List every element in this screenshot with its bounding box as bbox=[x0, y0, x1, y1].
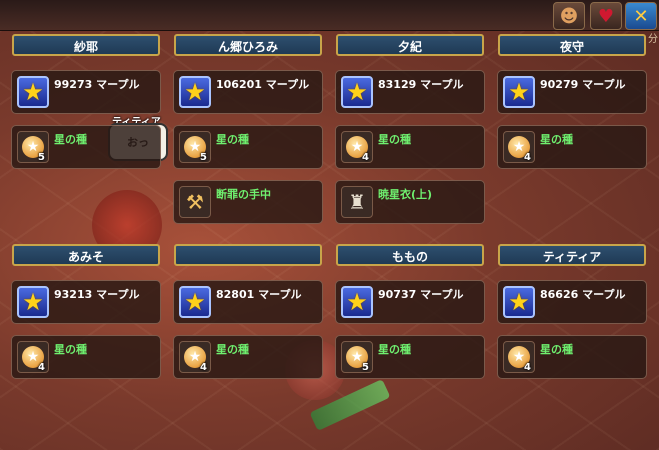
star-seed-icon: ★ 5 bbox=[17, 131, 49, 163]
star-seed-slot[interactable]: ★ 5 星の種 bbox=[335, 335, 485, 379]
heart-icon[interactable]: ♥ bbox=[590, 2, 622, 30]
star-icon: ★ bbox=[179, 286, 211, 318]
avatar-icon[interactable]: ☻ bbox=[553, 2, 585, 30]
player-name-header: あみそ bbox=[12, 244, 160, 266]
player-name-header: ももの bbox=[336, 244, 484, 266]
maple-amount: 90737 マープル bbox=[378, 288, 464, 301]
seed-label: 星の種 bbox=[540, 133, 573, 146]
player-name-header: 夕紀 bbox=[336, 34, 484, 56]
maple-reward-slot[interactable]: ★ 106201 マープル bbox=[173, 70, 323, 114]
maple-reward-slot[interactable]: ★ 99273 マープル bbox=[11, 70, 161, 114]
seed-label: 星の種 bbox=[540, 343, 573, 356]
player-name-header: ティティア bbox=[498, 244, 646, 266]
star-seed-icon: ★ 4 bbox=[179, 341, 211, 373]
star-icon: ★ bbox=[17, 286, 49, 318]
star-seed-icon: ★ 4 bbox=[503, 131, 535, 163]
player-name-header bbox=[174, 244, 322, 266]
maple-amount: 99273 マープル bbox=[54, 78, 140, 91]
equipment-slot[interactable]: ⚒ 断罪の手中 bbox=[173, 180, 323, 224]
star-icon: ★ bbox=[179, 76, 211, 108]
top-mark: 分 bbox=[648, 34, 658, 45]
maple-reward-slot[interactable]: ★ 86626 マープル bbox=[497, 280, 647, 324]
player-name-header: ん郷ひろみ bbox=[174, 34, 322, 56]
star-seed-icon: ★ 5 bbox=[179, 131, 211, 163]
seed-label: 星の種 bbox=[378, 133, 411, 146]
star-icon: ★ bbox=[503, 286, 535, 318]
maple-amount: 83129 マープル bbox=[378, 78, 464, 91]
equipment-label: 断罪の手中 bbox=[216, 188, 271, 201]
star-seed-slot[interactable]: ★ 4 星の種 bbox=[335, 125, 485, 169]
star-icon: ★ bbox=[341, 286, 373, 318]
seed-label: 星の種 bbox=[216, 133, 249, 146]
star-icon: ★ bbox=[503, 76, 535, 108]
armor-icon: ♜ bbox=[341, 186, 373, 218]
star-seed-slot[interactable]: ★ 4 星の種 bbox=[497, 335, 647, 379]
equipment-slot[interactable]: ♜ 暁星衣(上) bbox=[335, 180, 485, 224]
close-icon[interactable]: ✕ bbox=[625, 2, 657, 30]
player-name-header: 紗耶 bbox=[12, 34, 160, 56]
maple-reward-slot[interactable]: ★ 93213 マープル bbox=[11, 280, 161, 324]
maple-reward-slot[interactable]: ★ 90737 マープル bbox=[335, 280, 485, 324]
star-seed-slot[interactable]: ★ 5 星の種 bbox=[11, 125, 161, 169]
star-seed-slot[interactable]: ★ 4 星の種 bbox=[497, 125, 647, 169]
axe-icon: ⚒ bbox=[179, 186, 211, 218]
maple-amount: 106201 マープル bbox=[216, 78, 310, 91]
star-seed-icon: ★ 4 bbox=[503, 341, 535, 373]
star-seed-icon: ★ 4 bbox=[17, 341, 49, 373]
seed-label: 星の種 bbox=[54, 133, 87, 146]
maple-amount: 82801 マープル bbox=[216, 288, 302, 301]
star-seed-slot[interactable]: ★ 4 星の種 bbox=[173, 335, 323, 379]
maple-amount: 86626 マープル bbox=[540, 288, 626, 301]
top-bar: ☻ ♥ ✕ bbox=[0, 0, 659, 31]
player-name-header: 夜守 bbox=[498, 34, 646, 56]
equipment-label: 暁星衣(上) bbox=[378, 188, 433, 201]
star-seed-slot[interactable]: ★ 5 星の種 bbox=[173, 125, 323, 169]
seed-label: 星の種 bbox=[216, 343, 249, 356]
star-seed-icon: ★ 4 bbox=[341, 131, 373, 163]
maple-reward-slot[interactable]: ★ 82801 マープル bbox=[173, 280, 323, 324]
star-icon: ★ bbox=[17, 76, 49, 108]
star-icon: ★ bbox=[341, 76, 373, 108]
seed-label: 星の種 bbox=[54, 343, 87, 356]
star-seed-slot[interactable]: ★ 4 星の種 bbox=[11, 335, 161, 379]
maple-reward-slot[interactable]: ★ 83129 マープル bbox=[335, 70, 485, 114]
seed-label: 星の種 bbox=[378, 343, 411, 356]
star-seed-icon: ★ 5 bbox=[341, 341, 373, 373]
maple-amount: 90279 マープル bbox=[540, 78, 626, 91]
maple-amount: 93213 マープル bbox=[54, 288, 140, 301]
maple-reward-slot[interactable]: ★ 90279 マープル bbox=[497, 70, 647, 114]
